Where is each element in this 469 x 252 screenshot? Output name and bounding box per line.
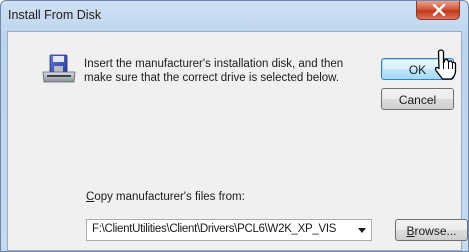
copy-from-label: Copy manufacturer's files from: [86, 191, 245, 203]
chevron-down-icon[interactable] [358, 228, 366, 233]
close-button[interactable] [416, 1, 460, 20]
window-title: Install From Disk [8, 8, 102, 22]
dialog-body: Insert the manufacturer's installation d… [7, 31, 468, 251]
copy-from-label-text: opy manufacturer's files from: [94, 191, 245, 203]
mouse-pointer-icon [434, 49, 457, 80]
title-bar[interactable]: Install From Disk [1, 1, 468, 31]
path-value: F:\ClientUtilities\Client\Drivers\PCL6\W… [92, 223, 337, 235]
browse-accesskey: B [406, 224, 415, 238]
browse-button[interactable]: Browse... [395, 219, 468, 241]
instruction-text: Insert the manufacturer's installation d… [84, 58, 344, 84]
copy-from-path-combobox[interactable]: F:\ClientUtilities\Client\Drivers\PCL6\W… [86, 219, 372, 241]
floppy-disk-drive-icon [42, 54, 76, 83]
install-from-disk-window: Install From Disk Insert the manufacture… [0, 0, 469, 252]
browse-label-text: rowse... [414, 224, 457, 238]
cancel-button[interactable]: Cancel [381, 88, 454, 110]
close-icon [432, 4, 446, 16]
